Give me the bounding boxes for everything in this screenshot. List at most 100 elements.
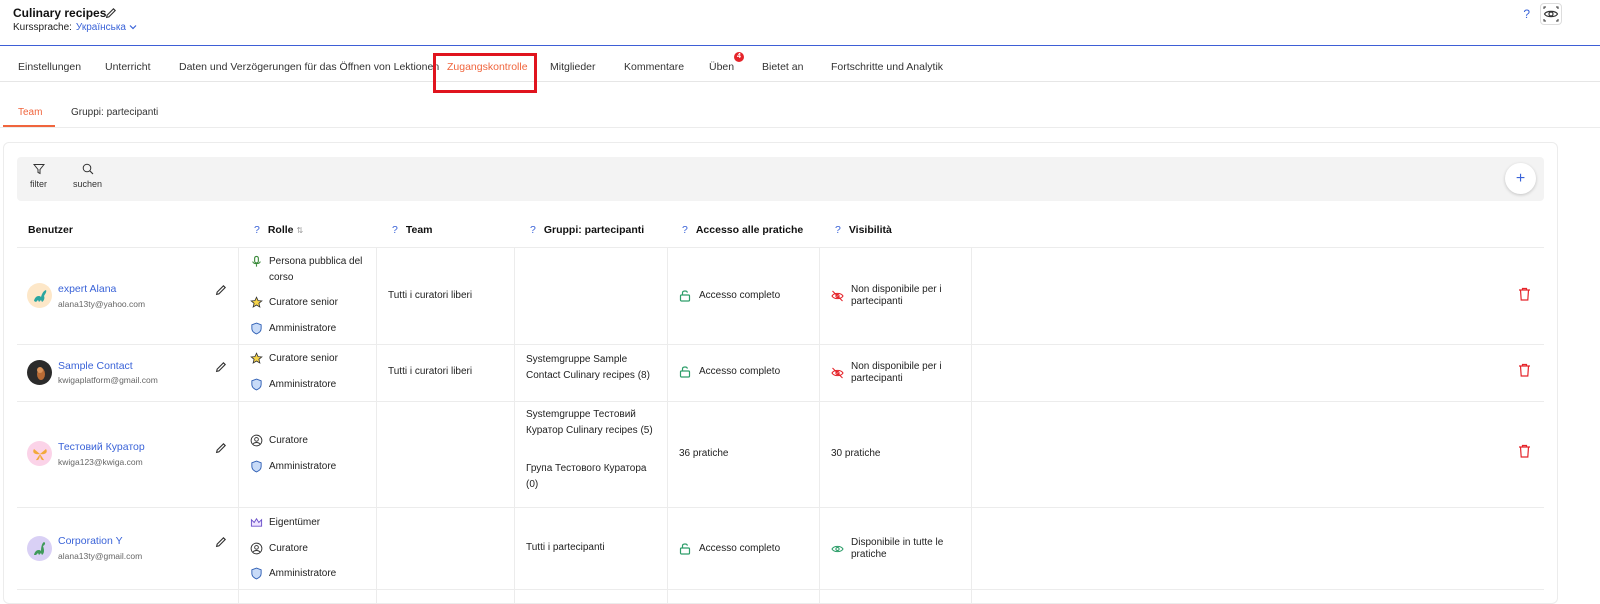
dinosaur-avatar-icon xyxy=(33,289,46,302)
add-member-button[interactable]: + xyxy=(1505,163,1536,194)
role-label: Persona pubblica del corso xyxy=(269,256,363,283)
course-language-select[interactable]: Українська xyxy=(76,22,126,33)
access-help-icon[interactable]: ? xyxy=(682,224,688,236)
edit-title-pencil-icon[interactable] xyxy=(104,6,118,20)
role-item: Curatore senior xyxy=(250,295,338,311)
column-divider xyxy=(514,247,515,604)
column-divider xyxy=(238,247,239,604)
sort-icon[interactable]: ⇅ xyxy=(297,226,304,235)
table-toolbar: filter suchen xyxy=(17,157,1544,201)
user-name-link[interactable]: Sample Contact xyxy=(58,360,133,372)
role-item: Amministratore xyxy=(250,566,336,582)
role-item: Curatore xyxy=(250,433,308,449)
chevron-down-icon[interactable] xyxy=(128,22,138,32)
help-icon[interactable]: ? xyxy=(1523,7,1530,21)
role-item: Amministratore xyxy=(250,459,336,475)
tab-unterricht[interactable]: Unterricht xyxy=(105,61,151,73)
trash-icon[interactable] xyxy=(1518,363,1531,377)
trash-icon[interactable] xyxy=(1518,287,1531,301)
row-divider xyxy=(17,344,1544,345)
role-item: Curatore senior xyxy=(250,351,338,367)
sub-tabs: Team Gruppi: partecipanti xyxy=(0,100,1600,128)
tab-daten-und-verzoegerungen[interactable]: Daten und Verzögerungen für das Öffnen v… xyxy=(179,61,439,73)
column-divider xyxy=(971,247,972,604)
access-value: Accesso completo xyxy=(679,365,780,378)
role-help-icon[interactable]: ? xyxy=(254,224,260,236)
filter-button[interactable]: filter xyxy=(30,163,47,189)
visibility-value: Disponibile in tutte le pratiche xyxy=(831,537,956,561)
user-email: kwigaplatform@gmail.com xyxy=(58,375,158,385)
row-divider xyxy=(17,401,1544,402)
lock-open-icon xyxy=(679,290,691,302)
column-header-role[interactable]: ? Rolle ⇅ xyxy=(254,224,303,236)
role-label: Amministratore xyxy=(269,323,337,334)
group-value: Systemgruppe Тестовий Куратор Culinary r… xyxy=(526,409,653,436)
tab-ueben[interactable]: Üben xyxy=(709,61,734,73)
trash-icon[interactable] xyxy=(1518,444,1531,458)
visibility-value: 30 pratiche xyxy=(831,448,881,459)
user-name-link[interactable]: expert Alana xyxy=(58,283,116,295)
column-divider xyxy=(376,247,377,604)
active-subtab-underline xyxy=(3,125,55,127)
access-value: Accesso completo xyxy=(679,542,780,555)
filter-label: filter xyxy=(30,179,48,189)
access-value: Accesso completo xyxy=(679,289,780,302)
visibility-label: Disponibile in tutte le pratiche xyxy=(851,537,944,560)
tab-fortschritte-und-analytik[interactable]: Fortschritte und Analytik xyxy=(831,61,943,73)
column-team-label: Team xyxy=(405,224,433,236)
role-label: Curatore xyxy=(269,435,308,446)
column-header-access: ? Accesso alle pratiche xyxy=(682,224,803,236)
avatar xyxy=(27,283,52,308)
tab-einstellungen[interactable]: Einstellungen xyxy=(18,61,81,73)
crown-icon xyxy=(250,517,263,527)
visibility-value: Non disponibile per i partecipanti xyxy=(831,361,951,385)
shield-icon xyxy=(251,322,262,335)
edit-pencil-icon[interactable] xyxy=(214,535,228,549)
search-button[interactable]: suchen xyxy=(73,163,102,189)
main-tabs: Einstellungen Unterricht Daten und Verzö… xyxy=(0,52,1600,93)
column-groups-label: Gruppi: partecipanti xyxy=(543,224,645,236)
subtab-team[interactable]: Team xyxy=(18,107,42,118)
shield-icon xyxy=(251,378,262,391)
butterfly-avatar-icon xyxy=(32,448,47,460)
role-item: Amministratore xyxy=(250,321,336,337)
column-access-label: Accesso alle pratiche xyxy=(695,224,804,236)
tab-bietet-an[interactable]: Bietet an xyxy=(762,61,803,73)
tab-mitglieder[interactable]: Mitglieder xyxy=(550,61,596,73)
microphone-icon xyxy=(252,255,261,267)
user-name-link[interactable]: Corporation Y xyxy=(58,535,123,547)
row-divider xyxy=(17,247,1544,248)
lock-open-icon xyxy=(679,366,691,378)
team-value: Tutti i curatori liberi xyxy=(388,290,473,301)
edit-pencil-icon[interactable] xyxy=(214,441,228,455)
ueben-count-badge: 4 xyxy=(734,52,744,62)
search-label: suchen xyxy=(73,179,103,189)
preview-eye-icon xyxy=(1543,6,1559,22)
preview-button[interactable] xyxy=(1540,3,1562,25)
eye-off-icon xyxy=(831,367,844,379)
access-value: 36 pratiche xyxy=(679,448,729,459)
top-right-actions: ? xyxy=(1523,3,1562,25)
role-item: Eigentümer xyxy=(250,515,320,531)
visibility-help-icon[interactable]: ? xyxy=(835,224,841,236)
access-label: Accesso completo xyxy=(699,366,781,377)
groups-help-icon[interactable]: ? xyxy=(530,224,536,236)
access-label: Accesso completo xyxy=(699,543,781,554)
column-divider xyxy=(667,247,668,604)
role-label: Curatore xyxy=(269,543,308,554)
tab-kommentare[interactable]: Kommentare xyxy=(624,61,684,73)
user-name-link[interactable]: Тестовий Куратор xyxy=(58,441,145,453)
edit-pencil-icon[interactable] xyxy=(214,360,228,374)
visibility-label: Non disponibile per i partecipanti xyxy=(851,361,942,384)
user-email: alana13ty@gmail.com xyxy=(58,551,143,561)
role-item: Persona pubblica del corso xyxy=(250,254,370,286)
eye-icon xyxy=(831,545,844,553)
team-help-icon[interactable]: ? xyxy=(392,224,398,236)
team-panel xyxy=(3,142,1558,604)
edit-pencil-icon[interactable] xyxy=(214,283,228,297)
user-circle-icon xyxy=(250,434,263,447)
subtab-gruppi-partecipanti[interactable]: Gruppi: partecipanti xyxy=(71,107,158,118)
role-label: Amministratore xyxy=(269,568,337,579)
column-visibility-label: Visibilità xyxy=(848,224,892,236)
column-user-label: Benutzer xyxy=(28,224,73,236)
